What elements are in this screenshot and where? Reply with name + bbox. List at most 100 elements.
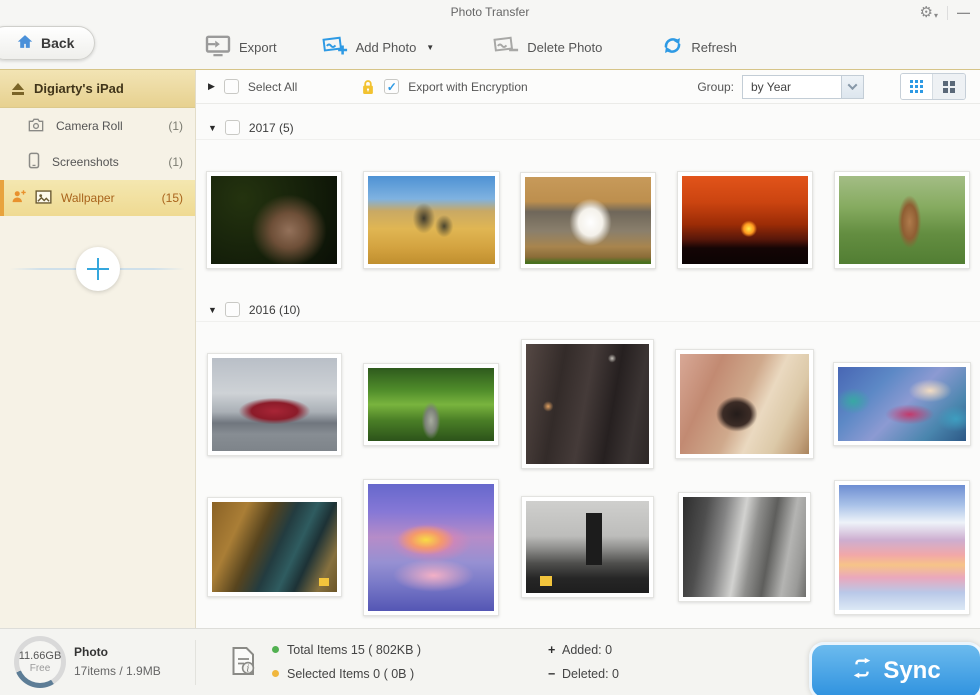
- refresh-label: Refresh: [691, 39, 737, 55]
- photo-image: [680, 354, 810, 454]
- refresh-icon: [662, 35, 683, 59]
- total-items-bullet: [272, 646, 279, 653]
- photo-rain-bokeh[interactable]: [832, 362, 971, 446]
- photo-image: [368, 483, 495, 611]
- group-checkbox[interactable]: [224, 120, 240, 135]
- free-space-label: Free: [29, 663, 51, 674]
- device-name: Digiarty's iPad: [34, 81, 124, 96]
- photo-piano-room[interactable]: [675, 349, 815, 459]
- toolbar: Export Add Photo ▼ Delete Photo Refresh: [0, 25, 980, 69]
- status-bar: 11.66GB Free Photo 17items / 1.9MB i Tot…: [0, 628, 980, 695]
- photo-image: [211, 176, 338, 264]
- export-button[interactable]: Export: [205, 35, 277, 60]
- delete-photo-button[interactable]: Delete Photo: [492, 34, 602, 60]
- select-dropdown-button[interactable]: [841, 75, 863, 98]
- chevron-down-icon: [847, 80, 858, 91]
- collapse-group-icon[interactable]: ▼: [208, 305, 217, 315]
- photo-canyon-river[interactable]: [206, 497, 342, 597]
- refresh-button[interactable]: Refresh: [662, 35, 737, 59]
- filter-bar: ▶ Select All ✓ Export with Encryption Gr…: [196, 70, 980, 104]
- minimize-button[interactable]: —: [957, 5, 970, 20]
- collapse-group-icon[interactable]: ▼: [208, 123, 217, 133]
- sidebar-item-count: (1): [168, 119, 183, 133]
- photo-image: [211, 502, 337, 592]
- person-plus-icon: [11, 189, 26, 207]
- photo-zebras[interactable]: [362, 171, 500, 269]
- added-plus-sign: +: [548, 642, 556, 657]
- photo-image: [526, 501, 650, 593]
- group-header-2016: ▼ 2016 (10): [196, 298, 980, 322]
- free-space-value: 11.66GB: [18, 650, 62, 662]
- encryption-label: Export with Encryption: [408, 79, 528, 94]
- photo-row: [196, 334, 980, 474]
- export-label: Export: [239, 39, 277, 55]
- group-title: 2016 (10): [248, 302, 301, 317]
- sidebar-item-count: (15): [161, 191, 183, 205]
- photo-image: [367, 176, 495, 264]
- add-photo-dropdown-icon[interactable]: ▼: [426, 43, 434, 52]
- group-title: 2017 (5): [248, 120, 294, 135]
- sidebar-item-screenshots[interactable]: Screenshots (1): [0, 144, 195, 180]
- sync-label: Sync: [883, 657, 941, 684]
- window-title: Photo Transfer: [450, 5, 530, 19]
- sidebar: Digiarty's iPad Camera Roll (1) Screensh…: [0, 70, 196, 628]
- photo-squirrel-telescope[interactable]: [833, 171, 970, 269]
- photo-row: [196, 474, 980, 620]
- delete-photo-label: Delete Photo: [527, 39, 603, 55]
- photo-bw-street[interactable]: [678, 492, 812, 602]
- sidebar-item-camera-roll[interactable]: Camera Roll (1): [0, 108, 195, 144]
- photo-image: [211, 357, 337, 451]
- document-info-icon: i: [231, 646, 257, 681]
- home-icon: [17, 34, 33, 52]
- group-header-2017: ▼ 2017 (5): [196, 116, 980, 140]
- photo-tree-tunnel[interactable]: [363, 362, 500, 446]
- photo-bw-monolith[interactable]: [521, 496, 655, 598]
- selected-items-bullet: [272, 670, 279, 677]
- small-thumbnails-view-button[interactable]: [901, 74, 933, 99]
- group-checkbox[interactable]: [224, 302, 240, 317]
- svg-text:i: i: [247, 664, 250, 674]
- camera-icon: [28, 118, 44, 135]
- group-by-select[interactable]: by Year: [742, 74, 864, 99]
- statusbar-divider: [195, 640, 196, 685]
- photo-image: [368, 367, 495, 441]
- photo-watercolor-sunset[interactable]: [363, 478, 500, 616]
- back-button[interactable]: Back: [0, 26, 96, 60]
- added-count-text: Added: 0: [562, 642, 613, 657]
- photo-scroll-area[interactable]: ▼ 2017 (5) ▼ 2016 (10): [196, 104, 980, 628]
- lock-icon: [361, 79, 375, 95]
- photo-squirrel-shouting[interactable]: [206, 171, 343, 269]
- sidebar-item-label: Screenshots: [52, 155, 119, 169]
- deleted-minus-sign: −: [548, 666, 556, 681]
- checkmark-icon: ✓: [386, 79, 397, 94]
- sidebar-item-label: Wallpaper: [61, 191, 115, 205]
- view-toggle-group: [900, 73, 966, 100]
- sidebar-item-wallpaper[interactable]: Wallpaper (15): [0, 180, 195, 216]
- collapse-all-icon[interactable]: ▶: [208, 81, 215, 92]
- storage-gauge: 11.66GB Free: [14, 636, 66, 688]
- sidebar-item-count: (1): [168, 155, 183, 169]
- settings-gear-icon[interactable]: ⚙ ▾: [920, 5, 938, 20]
- sync-icon: [851, 657, 873, 686]
- total-items-text: Total Items 15 ( 802KB ): [287, 642, 422, 657]
- encryption-checkbox[interactable]: ✓: [384, 79, 400, 94]
- photo-dark-street[interactable]: [521, 339, 655, 469]
- large-thumbnails-view-button[interactable]: [933, 74, 965, 99]
- sync-button[interactable]: Sync: [809, 642, 980, 695]
- add-album-area: [0, 244, 195, 294]
- back-label: Back: [41, 35, 75, 51]
- deleted-count-text: Deleted: 0: [562, 666, 619, 681]
- photo-red-car[interactable]: [206, 352, 342, 456]
- photo-white-cat[interactable]: [519, 171, 656, 269]
- add-photo-button[interactable]: Add Photo ▼: [321, 34, 434, 60]
- group-label: Group:: [697, 79, 734, 94]
- large-grid-icon: [943, 80, 955, 93]
- select-all-checkbox[interactable]: [223, 79, 239, 94]
- group-by-value: by Year: [751, 79, 792, 94]
- media-summary: 17items / 1.9MB: [74, 664, 161, 678]
- eject-device-icon[interactable]: [12, 82, 24, 95]
- small-grid-icon: [910, 80, 923, 93]
- photo-sunset-windmill[interactable]: [676, 171, 813, 269]
- add-album-button[interactable]: [75, 247, 120, 291]
- photo-winter-watercolor[interactable]: [833, 479, 970, 615]
